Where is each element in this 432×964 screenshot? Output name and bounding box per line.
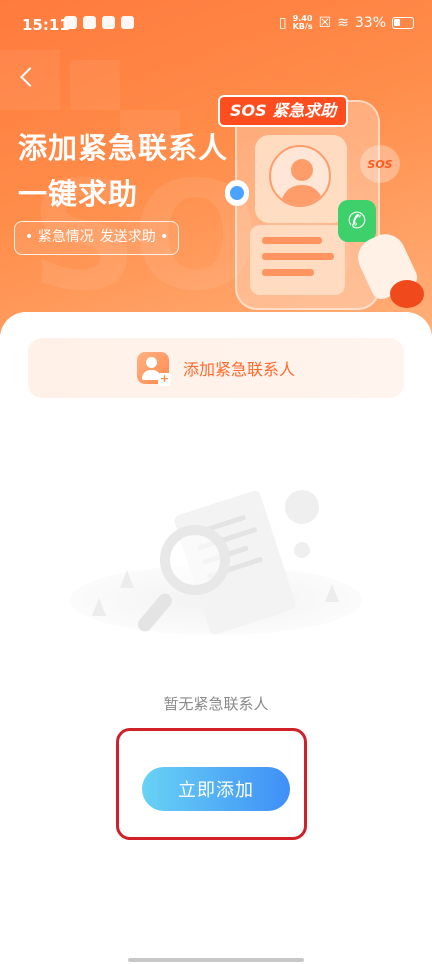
- status-right: ▯ 9.40 KB/s ☒ ≋ 33%: [279, 15, 414, 31]
- chevron-left-icon: [20, 67, 40, 87]
- status-time: 15:11: [22, 16, 70, 34]
- home-indicator[interactable]: [128, 958, 304, 962]
- hero-title: 添加紧急联系人 一键求助: [18, 125, 228, 217]
- tree-icon: [120, 570, 134, 588]
- hero-tag-text1: • 紧急情况: [25, 229, 94, 245]
- battery-text: 33%: [354, 15, 386, 31]
- shield-icon: [225, 180, 249, 206]
- hero-bg-square: [70, 60, 120, 110]
- vibrate-icon: ▯: [278, 15, 287, 31]
- add-contact-bar[interactable]: + 添加紧急联系人: [28, 338, 404, 398]
- mail-icon: [102, 16, 115, 29]
- empty-state-message: 暂无紧急联系人: [163, 695, 269, 713]
- empty-state-illustration: [70, 480, 362, 650]
- phone-call-icon: ✆: [338, 200, 376, 242]
- battery-icon: [392, 17, 414, 29]
- plus-icon: +: [157, 372, 171, 386]
- emergency-illustration: SOS ✆ SOS 紧急求助: [210, 85, 432, 325]
- status-bar: 15:11 ▯ 9.40 KB/s ☒ ≋ 33%: [0, 0, 432, 50]
- add-contact-icon: +: [136, 352, 171, 386]
- avatar-icon: [269, 145, 331, 207]
- notification-icons: [64, 16, 134, 29]
- net-speed-unit: KB/s: [292, 22, 313, 31]
- decor-circle: [294, 542, 310, 558]
- add-contact-label: 添加紧急联系人: [182, 360, 295, 379]
- sos-badge: SOS: [360, 145, 400, 183]
- sos-banner: SOS 紧急求助: [218, 95, 349, 127]
- hero-title-line2: 一键求助: [18, 177, 139, 211]
- crown-icon: [64, 16, 77, 29]
- magnifier-icon: [160, 525, 230, 595]
- wifi-icon: ≋: [337, 15, 349, 31]
- hero-banner: SOS 15:11 ▯ 9.40 KB/s ☒ ≋ 33% 添加紧急联系人 一键…: [0, 0, 432, 345]
- hero-title-line1: 添加紧急联系人: [18, 131, 229, 165]
- net-speed: 9.40 KB/s: [293, 15, 313, 31]
- sleeve-icon: [390, 280, 424, 308]
- wechat-icon: [121, 16, 134, 29]
- back-button[interactable]: [12, 62, 42, 92]
- sim-icon: ☒: [318, 15, 332, 31]
- tree-icon: [325, 584, 339, 602]
- hero-tag: • 紧急情况 发送求助 •: [14, 221, 180, 255]
- info-card-graphic: [250, 225, 345, 295]
- app-icon: [83, 16, 96, 29]
- hero-tag-text2: 发送求助 •: [99, 229, 169, 245]
- tree-icon: [92, 598, 106, 616]
- decor-circle: [285, 490, 319, 524]
- add-now-button[interactable]: 立即添加: [142, 767, 290, 811]
- contact-card-graphic: [255, 135, 347, 223]
